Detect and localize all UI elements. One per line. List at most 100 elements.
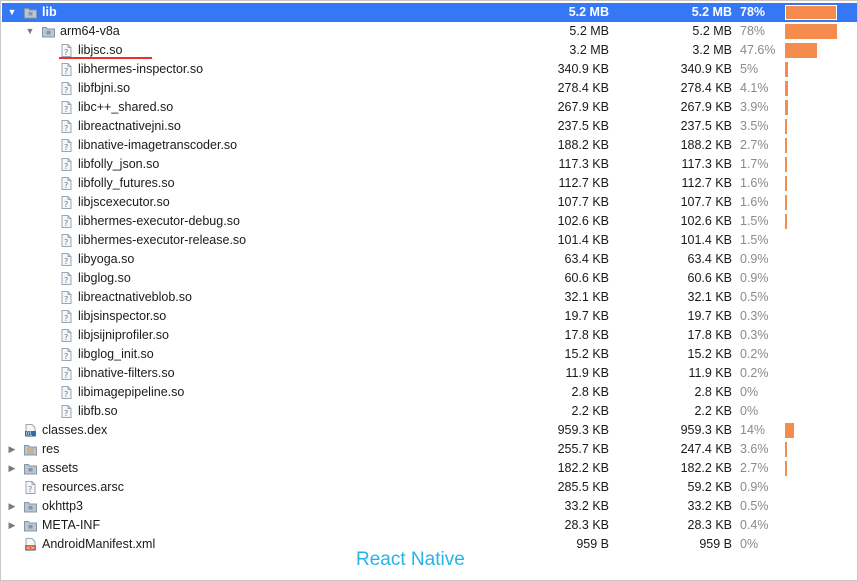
download-size: 5.2 MB — [692, 24, 732, 38]
percent: 0.3% — [740, 328, 769, 342]
row-name: arm64-v8a — [60, 24, 120, 38]
raw-size: 285.5 KB — [557, 480, 609, 494]
tree-row[interactable]: ? libhermes-inspector.so 340.9 KB 340.9 … — [2, 60, 857, 79]
tree-row[interactable]: ▼ arm64-v8a 5.2 MB 5.2 MB 78% — [2, 22, 857, 41]
tree-row[interactable]: ? libfb.so 2.2 KB 2.2 KB 0% — [2, 402, 857, 421]
raw-size: 5.2 MB — [568, 5, 609, 19]
tree-row[interactable]: ▶ res 255.7 KB 247.4 KB 3.6% — [2, 440, 857, 459]
download-size: 237.5 KB — [680, 119, 732, 133]
folder-icon — [24, 6, 37, 19]
download-size: 2.2 KB — [694, 404, 732, 418]
download-size: 112.7 KB — [681, 176, 732, 190]
expand-arrow-closed-icon[interactable]: ▶ — [6, 516, 18, 535]
file-icon: ? — [60, 139, 73, 152]
tree-row[interactable]: ? libimagepipeline.so 2.8 KB 2.8 KB 0% — [2, 383, 857, 402]
expand-arrow-open-icon[interactable]: ▼ — [6, 3, 18, 22]
row-name: AndroidManifest.xml — [42, 537, 156, 551]
percent: 0.5% — [740, 290, 769, 304]
tree-row[interactable]: ? libglog.so 60.6 KB 60.6 KB 0.9% — [2, 269, 857, 288]
row-name: libfolly_futures.so — [78, 176, 175, 190]
tree-row[interactable]: ? libnative-imagetranscoder.so 188.2 KB … — [2, 136, 857, 155]
tree-row[interactable]: ? libjsinspector.so 19.7 KB 19.7 KB 0.3% — [2, 307, 857, 326]
expand-arrow-closed-icon[interactable]: ▶ — [6, 440, 18, 459]
percent: 0.4% — [740, 518, 769, 532]
tree-row[interactable]: ▶ assets 182.2 KB 182.2 KB 2.7% — [2, 459, 857, 478]
raw-size: 959.3 KB — [557, 423, 609, 437]
download-size: 32.1 KB — [687, 290, 732, 304]
folder-icon — [24, 519, 37, 532]
resource-folder-icon — [24, 443, 37, 456]
percent: 0% — [740, 537, 759, 551]
tree-row[interactable]: ▶ okhttp3 33.2 KB 33.2 KB 0.5% — [2, 497, 857, 516]
tree-row[interactable]: ? libyoga.so 63.4 KB 63.4 KB 0.9% — [2, 250, 857, 269]
download-size: 19.7 KB — [687, 309, 732, 323]
percent: 0.9% — [740, 480, 769, 494]
size-bar — [785, 81, 788, 96]
tree-row[interactable]: ? libhermes-executor-debug.so 102.6 KB 1… — [2, 212, 857, 231]
tree-row[interactable]: ? libjsijniprofiler.so 17.8 KB 17.8 KB 0… — [2, 326, 857, 345]
expand-arrow-closed-icon[interactable]: ▶ — [6, 497, 18, 516]
file-icon: ? — [60, 196, 73, 209]
tree-row[interactable]: ? libnative-filters.so 11.9 KB 11.9 KB 0… — [2, 364, 857, 383]
file-icon: ? — [60, 63, 73, 76]
tree-row[interactable]: ? libjscexecutor.so 107.7 KB 107.7 KB 1.… — [2, 193, 857, 212]
download-size: 3.2 MB — [692, 43, 732, 57]
raw-size: 33.2 KB — [564, 499, 609, 513]
row-name: lib — [42, 5, 57, 19]
tree-row[interactable]: ▶ META-INF 28.3 KB 28.3 KB 0.4% — [2, 516, 857, 535]
download-size: 63.4 KB — [687, 252, 732, 266]
svg-text:?: ? — [64, 314, 68, 323]
raw-size: 11.9 KB — [565, 366, 609, 380]
size-bar — [785, 176, 787, 191]
download-size: 182.2 KB — [680, 461, 732, 475]
download-size: 101.4 KB — [680, 233, 732, 247]
row-name: libreactnativejni.so — [78, 119, 181, 133]
row-name: resources.arsc — [42, 480, 124, 494]
expand-arrow-closed-icon[interactable]: ▶ — [6, 459, 18, 478]
svg-text:?: ? — [28, 485, 32, 494]
svg-text:?: ? — [64, 143, 68, 152]
download-size: 2.8 KB — [694, 385, 732, 399]
svg-text:?: ? — [64, 238, 68, 247]
raw-size: 267.9 KB — [557, 100, 609, 114]
svg-text:?: ? — [64, 390, 68, 399]
expand-arrow-open-icon[interactable]: ▼ — [24, 22, 36, 41]
svg-text:?: ? — [64, 67, 68, 76]
tree-row[interactable]: ? resources.arsc 285.5 KB 59.2 KB 0.9% — [2, 478, 857, 497]
tree-row[interactable]: ? libfolly_json.so 117.3 KB 117.3 KB 1.7… — [2, 155, 857, 174]
raw-size: 15.2 KB — [564, 347, 609, 361]
size-bar — [785, 214, 787, 229]
tree-row[interactable]: ▼ lib 5.2 MB 5.2 MB 78% — [2, 3, 857, 22]
tree-row[interactable]: ? libreactnativejni.so 237.5 KB 237.5 KB… — [2, 117, 857, 136]
tree-row[interactable]: ? libglog_init.so 15.2 KB 15.2 KB 0.2% — [2, 345, 857, 364]
no-arrow — [42, 269, 54, 288]
percent: 1.5% — [740, 233, 769, 247]
no-arrow — [42, 212, 54, 231]
svg-text:?: ? — [64, 276, 68, 285]
tree-row[interactable]: ? libfolly_futures.so 112.7 KB 112.7 KB … — [2, 174, 857, 193]
raw-size: 107.7 KB — [557, 195, 609, 209]
tree-row[interactable]: ? libreactnativeblob.so 32.1 KB 32.1 KB … — [2, 288, 857, 307]
size-bar — [785, 43, 817, 58]
no-arrow — [42, 155, 54, 174]
tree-row[interactable]: ? libfbjni.so 278.4 KB 278.4 KB 4.1% — [2, 79, 857, 98]
file-icon: ? — [60, 386, 73, 399]
file-icon: ? — [60, 253, 73, 266]
no-arrow — [42, 402, 54, 421]
svg-text:01: 01 — [26, 432, 32, 438]
row-name: libglog.so — [78, 271, 131, 285]
row-name: libyoga.so — [78, 252, 135, 266]
percent: 1.6% — [740, 195, 769, 209]
size-bar — [785, 5, 837, 20]
tree-row[interactable]: 01 classes.dex 959.3 KB 959.3 KB 14% — [2, 421, 857, 440]
tree-row[interactable]: ? libhermes-executor-release.so 101.4 KB… — [2, 231, 857, 250]
download-size: 102.6 KB — [680, 214, 732, 228]
download-size: 59.2 KB — [687, 480, 732, 494]
tree-row[interactable]: ? libc++_shared.so 267.9 KB 267.9 KB 3.9… — [2, 98, 857, 117]
size-bar — [785, 442, 787, 457]
xml-file-icon: <> — [24, 538, 37, 551]
raw-size: 2.8 KB — [571, 385, 609, 399]
percent: 1.6% — [740, 176, 769, 190]
raw-size: 28.3 KB — [564, 518, 609, 532]
svg-text:?: ? — [64, 105, 68, 114]
